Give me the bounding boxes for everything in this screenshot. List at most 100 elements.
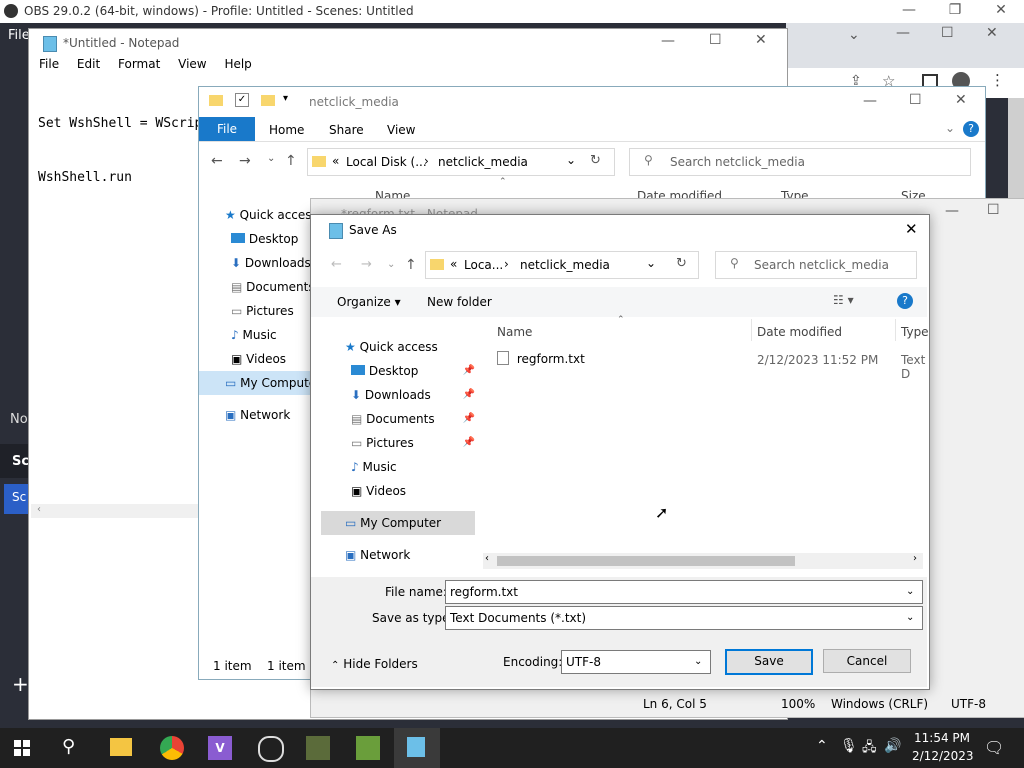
file-row[interactable]: regform.txt 2/12/2023 11:52 PM Text D xyxy=(497,351,927,381)
sa-nav-documents[interactable]: ▤ Documents 📌 xyxy=(345,407,475,431)
chrome-scrollbar[interactable] xyxy=(1008,98,1024,198)
sa-nav-videos[interactable]: ▣ Videos xyxy=(345,479,475,503)
menu-edit[interactable]: Edit xyxy=(77,57,100,71)
sa-up-icon[interactable]: ↑ xyxy=(405,257,417,273)
explorer-search-box[interactable]: ⚲ Search netclick_media xyxy=(629,148,971,176)
sa-address-dropdown-icon[interactable]: ⌄ xyxy=(646,256,656,270)
sa-search-box[interactable]: ⚲ Search netclick_media xyxy=(715,251,917,279)
sa-nav-my-computer[interactable]: ▭ My Computer xyxy=(321,511,475,535)
save-as-close-button[interactable]: ✕ xyxy=(905,220,918,238)
notepad-close-button[interactable]: ✕ xyxy=(755,32,767,48)
file-name-input[interactable]: regform.txt ⌄ xyxy=(445,580,923,604)
sa-nav-downloads[interactable]: ⬇ Downloads 📌 xyxy=(345,383,475,407)
properties-icon[interactable]: ✓ xyxy=(235,93,249,107)
file-name-label: File name: xyxy=(385,585,447,599)
notepad-minimize-button[interactable]: — xyxy=(661,33,675,49)
ribbon-expand-icon[interactable]: ⌄ xyxy=(945,121,955,135)
explorer-address-bar[interactable]: « Local Disk (... › netclick_media ⌄ ↻ xyxy=(307,148,615,176)
microphone-icon[interactable]: 🎙 xyxy=(840,738,858,754)
sa-hscrollbar[interactable]: ‹ › xyxy=(483,553,923,569)
obs-minimize-button[interactable]: — xyxy=(886,2,932,18)
sa-command-bar: Organize ▾ New folder ☷ ▾ ? xyxy=(311,287,927,317)
qat-dropdown-icon[interactable]: ▾ xyxy=(283,93,288,104)
sa-nav-music[interactable]: ♪ Music xyxy=(345,455,475,479)
sa-refresh-icon[interactable]: ↻ xyxy=(676,256,687,271)
chrome-close-button[interactable]: ✕ xyxy=(986,25,998,41)
sa-address-segment-2[interactable]: netclick_media xyxy=(520,258,610,272)
menu-format[interactable]: Format xyxy=(118,57,160,71)
obs-close-button[interactable]: ✕ xyxy=(978,2,1024,18)
obs-add-icon[interactable]: + xyxy=(12,672,29,696)
save-type-select[interactable]: Text Documents (*.txt) ⌄ xyxy=(445,606,923,630)
sa-hscroll-thumb[interactable] xyxy=(497,556,795,566)
sa-address-bar[interactable]: « Loca... › netclick_media ⌄ ↻ xyxy=(425,251,699,279)
encoding-select[interactable]: UTF-8 ⌄ xyxy=(561,650,711,674)
menu-file[interactable]: File xyxy=(39,57,59,71)
sa-address-segment-1[interactable]: Loca... xyxy=(464,258,503,272)
status-eol: Windows (CRLF) xyxy=(831,697,929,711)
sa-recent-dropdown-icon[interactable]: ⌄ xyxy=(387,259,395,270)
chevron-down-icon[interactable]: ⌄ xyxy=(848,27,860,43)
sa-col-name[interactable]: Name xyxy=(497,325,532,339)
clock-date[interactable]: 2/12/2023 xyxy=(912,749,974,763)
search-taskbar-icon[interactable]: ⚲ xyxy=(62,736,75,757)
refresh-icon[interactable]: ↻ xyxy=(590,153,601,168)
address-segment-2[interactable]: netclick_media xyxy=(438,155,528,169)
minecraft-icon[interactable] xyxy=(356,736,380,760)
chrome-icon[interactable] xyxy=(160,736,184,760)
sa-forward-icon[interactable]: → xyxy=(361,257,372,272)
sa-nav-desktop[interactable]: Desktop 📌 xyxy=(345,359,475,383)
sa-nav-quick-access[interactable]: ★ Quick access xyxy=(345,335,475,359)
chrome-minimize-button[interactable]: — xyxy=(896,25,910,41)
back-icon[interactable]: ← xyxy=(211,153,223,169)
sa-nav-pictures[interactable]: ▭ Pictures 📌 xyxy=(345,431,475,455)
explorer-minimize-button[interactable]: — xyxy=(863,93,877,109)
organize-button[interactable]: Organize ▾ xyxy=(337,295,401,309)
help-icon[interactable]: ? xyxy=(963,121,979,137)
tab-file[interactable]: File xyxy=(199,117,255,141)
cancel-button[interactable]: Cancel xyxy=(823,649,911,673)
explorer-maximize-button[interactable]: ☐ xyxy=(909,92,922,108)
notifications-icon[interactable]: 🗨 xyxy=(984,738,1004,757)
sa-back-icon[interactable]: ← xyxy=(331,257,342,272)
new-folder-button[interactable]: New folder xyxy=(427,295,492,309)
tab-view[interactable]: View xyxy=(387,123,415,137)
menu-view[interactable]: View xyxy=(178,57,206,71)
regform-minimize-button[interactable]: — xyxy=(945,203,959,219)
start-icon[interactable] xyxy=(14,740,30,756)
menu-help[interactable]: Help xyxy=(224,57,251,71)
sa-nav-network[interactable]: ▣ Network xyxy=(345,543,475,567)
recent-dropdown-icon[interactable]: ⌄ xyxy=(267,153,275,164)
clock-time[interactable]: 11:54 PM xyxy=(914,731,970,745)
network-icon[interactable]: 🖧 xyxy=(862,738,877,760)
new-folder-quick-icon[interactable] xyxy=(261,95,275,106)
minecraft-launcher-icon[interactable] xyxy=(306,736,330,760)
chrome-maximize-button[interactable]: ☐ xyxy=(941,25,954,41)
notepad-maximize-button[interactable]: ☐ xyxy=(709,32,722,48)
sa-help-icon[interactable]: ? xyxy=(897,293,913,309)
forward-icon[interactable]: → xyxy=(239,153,251,169)
obs-taskbar-icon[interactable] xyxy=(258,736,284,762)
explorer-close-button[interactable]: ✕ xyxy=(955,92,967,108)
tray-chevron-icon[interactable]: ⌃ xyxy=(816,738,828,754)
more-icon[interactable]: ⋮ xyxy=(990,71,1005,89)
obs-file-menu[interactable]: File xyxy=(8,28,30,43)
tab-share[interactable]: Share xyxy=(329,123,364,137)
visual-studio-icon[interactable]: V xyxy=(208,736,232,760)
obs-maximize-button[interactable]: ❐ xyxy=(932,2,978,18)
sa-col-type[interactable]: Type xyxy=(901,325,929,339)
tab-home[interactable]: Home xyxy=(269,123,304,137)
notepad-hscroll[interactable]: ‹ xyxy=(31,504,207,518)
notepad-taskbar-button[interactable] xyxy=(394,728,440,768)
hide-folders-button[interactable]: ⌃ Hide Folders xyxy=(331,657,418,671)
save-button[interactable]: Save xyxy=(725,649,813,675)
sort-arrow-icon: ⌃ xyxy=(617,315,625,325)
address-dropdown-icon[interactable]: ⌄ xyxy=(566,153,576,167)
view-options-icon[interactable]: ☷ ▾ xyxy=(833,293,854,307)
volume-icon[interactable]: 🔊 xyxy=(884,738,901,754)
file-explorer-icon[interactable] xyxy=(110,738,132,756)
sa-col-date[interactable]: Date modified xyxy=(757,325,842,339)
address-segment-1[interactable]: Local Disk (... xyxy=(346,155,427,169)
regform-maximize-button[interactable]: ☐ xyxy=(987,202,1000,218)
up-icon[interactable]: ↑ xyxy=(285,153,297,169)
